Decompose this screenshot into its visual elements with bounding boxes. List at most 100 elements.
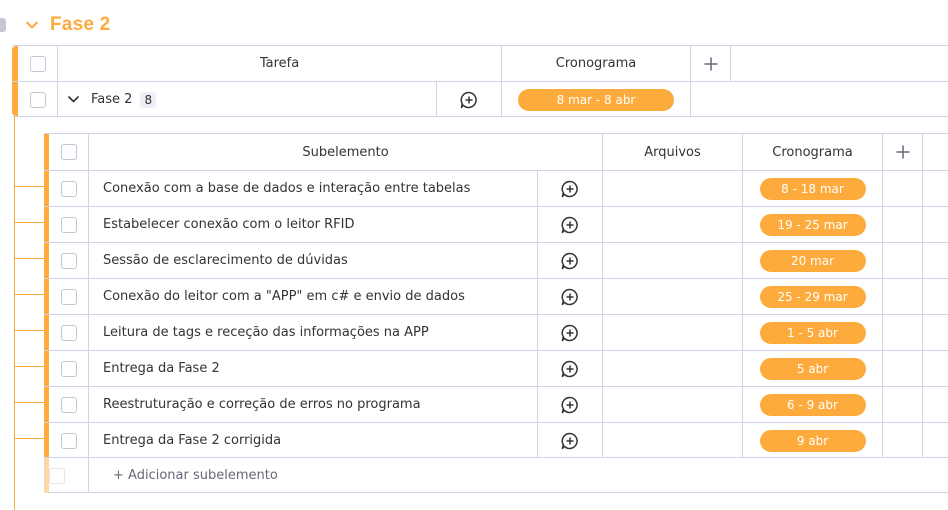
group-header: Fase 2 (24, 10, 110, 40)
subitem-update-button[interactable] (537, 423, 602, 458)
add-update-icon (561, 216, 578, 233)
subitem-row-filler (922, 387, 948, 422)
subitem-update-button[interactable] (537, 171, 602, 206)
chevron-down-icon[interactable] (24, 17, 40, 33)
item-name-cell[interactable]: Fase 2 8 (57, 82, 436, 117)
subitems-table: Subelemento Arquivos Cronograma Conexão … (44, 133, 948, 493)
column-header-timeline[interactable]: Cronograma (742, 134, 882, 170)
subitems-header: Subelemento Arquivos Cronograma (44, 134, 948, 170)
main-table-header: Tarefa Cronograma (12, 46, 948, 82)
subitem-name[interactable]: Conexão com a base de dados e interação … (89, 181, 470, 196)
timeline-pill[interactable]: 9 abr (759, 429, 866, 452)
tree-branch (14, 294, 44, 295)
group-title[interactable]: Fase 2 (50, 14, 110, 36)
group-drag-handle[interactable] (0, 18, 6, 32)
timeline-pill[interactable]: 1 - 5 abr (759, 321, 866, 344)
subitem-row-filler (922, 171, 948, 206)
subitem-checkbox[interactable] (60, 396, 77, 413)
add-subitem-cell[interactable]: + Adicionar subelemento (88, 458, 948, 493)
subitem-row: Leitura de tags e receção das informaçõe… (44, 314, 948, 350)
timeline-pill[interactable]: 20 mar (759, 249, 866, 272)
subitem-name[interactable]: Entrega da Fase 2 (89, 361, 220, 376)
timeline-pill[interactable]: 25 - 29 mar (759, 285, 866, 308)
subitem-checkbox[interactable] (60, 216, 77, 233)
subitem-files-cell[interactable] (602, 387, 742, 422)
subitem-files-cell[interactable] (602, 171, 742, 206)
subitem-checkbox[interactable] (60, 360, 77, 377)
subitems-select-all-checkbox[interactable] (60, 144, 77, 160)
subitem-update-button[interactable] (537, 279, 602, 314)
subitem-empty-cell (882, 171, 922, 206)
subitem-name-cell[interactable]: Estabelecer conexão com o leitor RFID (88, 207, 537, 242)
subitem-checkbox[interactable] (60, 252, 77, 269)
timeline-pill[interactable]: 6 - 9 abr (759, 393, 866, 416)
subitem-name-cell[interactable]: Reestruturação e correção de erros no pr… (88, 387, 537, 422)
subitem-timeline-cell[interactable]: 19 - 25 mar (742, 207, 882, 242)
subitem-timeline-cell[interactable]: 9 abr (742, 423, 882, 458)
chevron-down-icon[interactable] (68, 96, 79, 103)
subitem-name[interactable]: Leitura de tags e receção das informaçõe… (89, 325, 429, 340)
item-row-filler (690, 82, 948, 117)
subitem-update-button[interactable] (537, 351, 602, 386)
subitem-checkbox[interactable] (60, 324, 77, 341)
add-update-icon (561, 252, 578, 269)
add-column-button[interactable] (882, 134, 922, 170)
subitem-name-cell[interactable]: Conexão com a base de dados e interação … (88, 171, 537, 206)
select-all-checkbox[interactable] (29, 55, 46, 72)
subitem-name-cell[interactable]: Sessão de esclarecimento de dúvidas (88, 243, 537, 278)
add-column-button[interactable] (690, 46, 730, 81)
subitem-timeline-cell[interactable]: 20 mar (742, 243, 882, 278)
subitem-row: Reestruturação e correção de erros no pr… (44, 386, 948, 422)
subitem-update-button[interactable] (537, 315, 602, 350)
timeline-pill[interactable]: 19 - 25 mar (759, 213, 866, 236)
column-header-subitem[interactable]: Subelemento (88, 134, 602, 170)
timeline-pill[interactable]: 8 - 18 mar (759, 177, 866, 200)
subitem-update-button[interactable] (537, 207, 602, 242)
subitem-name-cell[interactable]: Entrega da Fase 2 corrigida (88, 423, 537, 458)
column-header-task[interactable]: Tarefa (57, 46, 501, 81)
subitem-name[interactable]: Conexão do leitor com a "APP" em c# e en… (89, 289, 465, 304)
subitem-name-cell[interactable]: Entrega da Fase 2 (88, 351, 537, 386)
subitem-files-cell[interactable] (602, 351, 742, 386)
subitem-name[interactable]: Sessão de esclarecimento de dúvidas (89, 253, 348, 268)
subitem-files-cell[interactable] (602, 207, 742, 242)
subitem-files-cell[interactable] (602, 279, 742, 314)
subitem-name-cell[interactable]: Leitura de tags e receção das informaçõe… (88, 315, 537, 350)
subitem-checkbox-cell (49, 207, 88, 242)
subitem-timeline-cell[interactable]: 25 - 29 mar (742, 279, 882, 314)
item-timeline-cell[interactable]: 8 mar - 8 abr (501, 82, 690, 117)
select-all-cell (18, 46, 57, 81)
add-subitem-button[interactable]: + Adicionar subelemento (89, 468, 278, 483)
subitem-timeline-cell[interactable]: 8 - 18 mar (742, 171, 882, 206)
item-checkbox[interactable] (29, 91, 46, 108)
subitem-row: Conexão com a base de dados e interação … (44, 170, 948, 206)
subitem-files-cell[interactable] (602, 315, 742, 350)
subitem-timeline-cell[interactable]: 5 abr (742, 351, 882, 386)
subitem-name-cell[interactable]: Conexão do leitor com a "APP" em c# e en… (88, 279, 537, 314)
item-name[interactable]: Fase 2 (91, 92, 132, 107)
add-update-icon (561, 324, 578, 341)
column-header-timeline[interactable]: Cronograma (501, 46, 690, 81)
subitem-timeline-cell[interactable]: 6 - 9 abr (742, 387, 882, 422)
subitem-files-cell[interactable] (602, 423, 742, 458)
subitems-select-all-cell (49, 134, 88, 170)
item-update-button[interactable] (436, 82, 501, 117)
subitem-checkbox[interactable] (60, 432, 77, 449)
subitem-checkbox[interactable] (60, 180, 77, 197)
timeline-pill[interactable]: 5 abr (759, 357, 866, 380)
timeline-pill[interactable]: 8 mar - 8 abr (518, 88, 674, 111)
subitem-name[interactable]: Reestruturação e correção de erros no pr… (89, 397, 421, 412)
subitem-checkbox-cell (49, 315, 88, 350)
subitem-timeline-cell[interactable]: 1 - 5 abr (742, 315, 882, 350)
subitem-update-button[interactable] (537, 243, 602, 278)
subitem-name[interactable]: Entrega da Fase 2 corrigida (89, 433, 281, 448)
subitem-files-cell[interactable] (602, 243, 742, 278)
subitem-row-filler (922, 315, 948, 350)
subitem-checkbox[interactable] (60, 288, 77, 305)
subitem-row: Entrega da Fase 2 5 abr (44, 350, 948, 386)
column-header-files[interactable]: Arquivos (602, 134, 742, 170)
tree-branch (14, 186, 44, 187)
add-update-icon (460, 91, 477, 108)
subitem-update-button[interactable] (537, 387, 602, 422)
subitem-name[interactable]: Estabelecer conexão com o leitor RFID (89, 217, 354, 232)
